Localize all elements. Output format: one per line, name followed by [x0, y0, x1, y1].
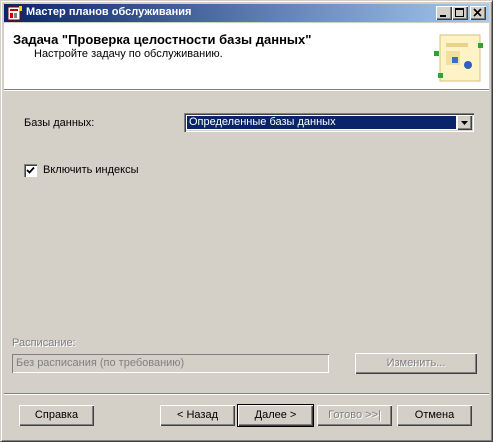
- include-indexes-checkbox[interactable]: [24, 164, 37, 177]
- schedule-label: Расписание:: [12, 337, 76, 349]
- wizard-app-icon: [7, 5, 23, 21]
- checkmark-icon: [26, 166, 35, 174]
- include-indexes-label[interactable]: Включить индексы: [43, 164, 139, 176]
- databases-selected-value: Определенные базы данных: [187, 116, 456, 129]
- back-button[interactable]: < Назад: [160, 405, 235, 426]
- wizard-header: Задача "Проверка целостности базы данных…: [4, 23, 489, 90]
- next-button[interactable]: Далее >: [238, 405, 313, 426]
- page-title: Задача "Проверка целостности базы данных…: [13, 32, 312, 47]
- footer-separator: [4, 393, 489, 395]
- close-button[interactable]: [470, 6, 486, 20]
- schedule-value: Без расписания (по требованию): [16, 357, 185, 369]
- title-bar[interactable]: Мастер планов обслуживания: [4, 4, 489, 22]
- wizard-window: Мастер планов обслуживания Задача "Прове…: [0, 0, 493, 442]
- schedule-field: Без расписания (по требованию): [12, 354, 329, 373]
- header-separator: [4, 90, 489, 91]
- window-title: Мастер планов обслуживания: [26, 6, 192, 18]
- maximize-button[interactable]: [452, 6, 468, 20]
- cancel-button[interactable]: Отмена: [397, 405, 472, 426]
- change-schedule-button[interactable]: Изменить...: [355, 353, 477, 374]
- finish-button[interactable]: Готово >>|: [317, 405, 392, 426]
- dropdown-button[interactable]: [457, 115, 472, 130]
- close-icon: [473, 8, 482, 17]
- page-subtitle: Настройте задачу по обслуживанию.: [34, 48, 223, 60]
- minimize-icon: [440, 15, 446, 17]
- databases-dropdown[interactable]: Определенные базы данных: [184, 113, 474, 132]
- chevron-down-icon: [461, 121, 468, 125]
- maximize-icon: [455, 8, 464, 17]
- maintenance-plan-graphic-icon: [434, 29, 486, 87]
- help-button[interactable]: Справка: [19, 405, 94, 426]
- databases-label: Базы данных:: [24, 117, 95, 129]
- minimize-button[interactable]: [436, 6, 452, 20]
